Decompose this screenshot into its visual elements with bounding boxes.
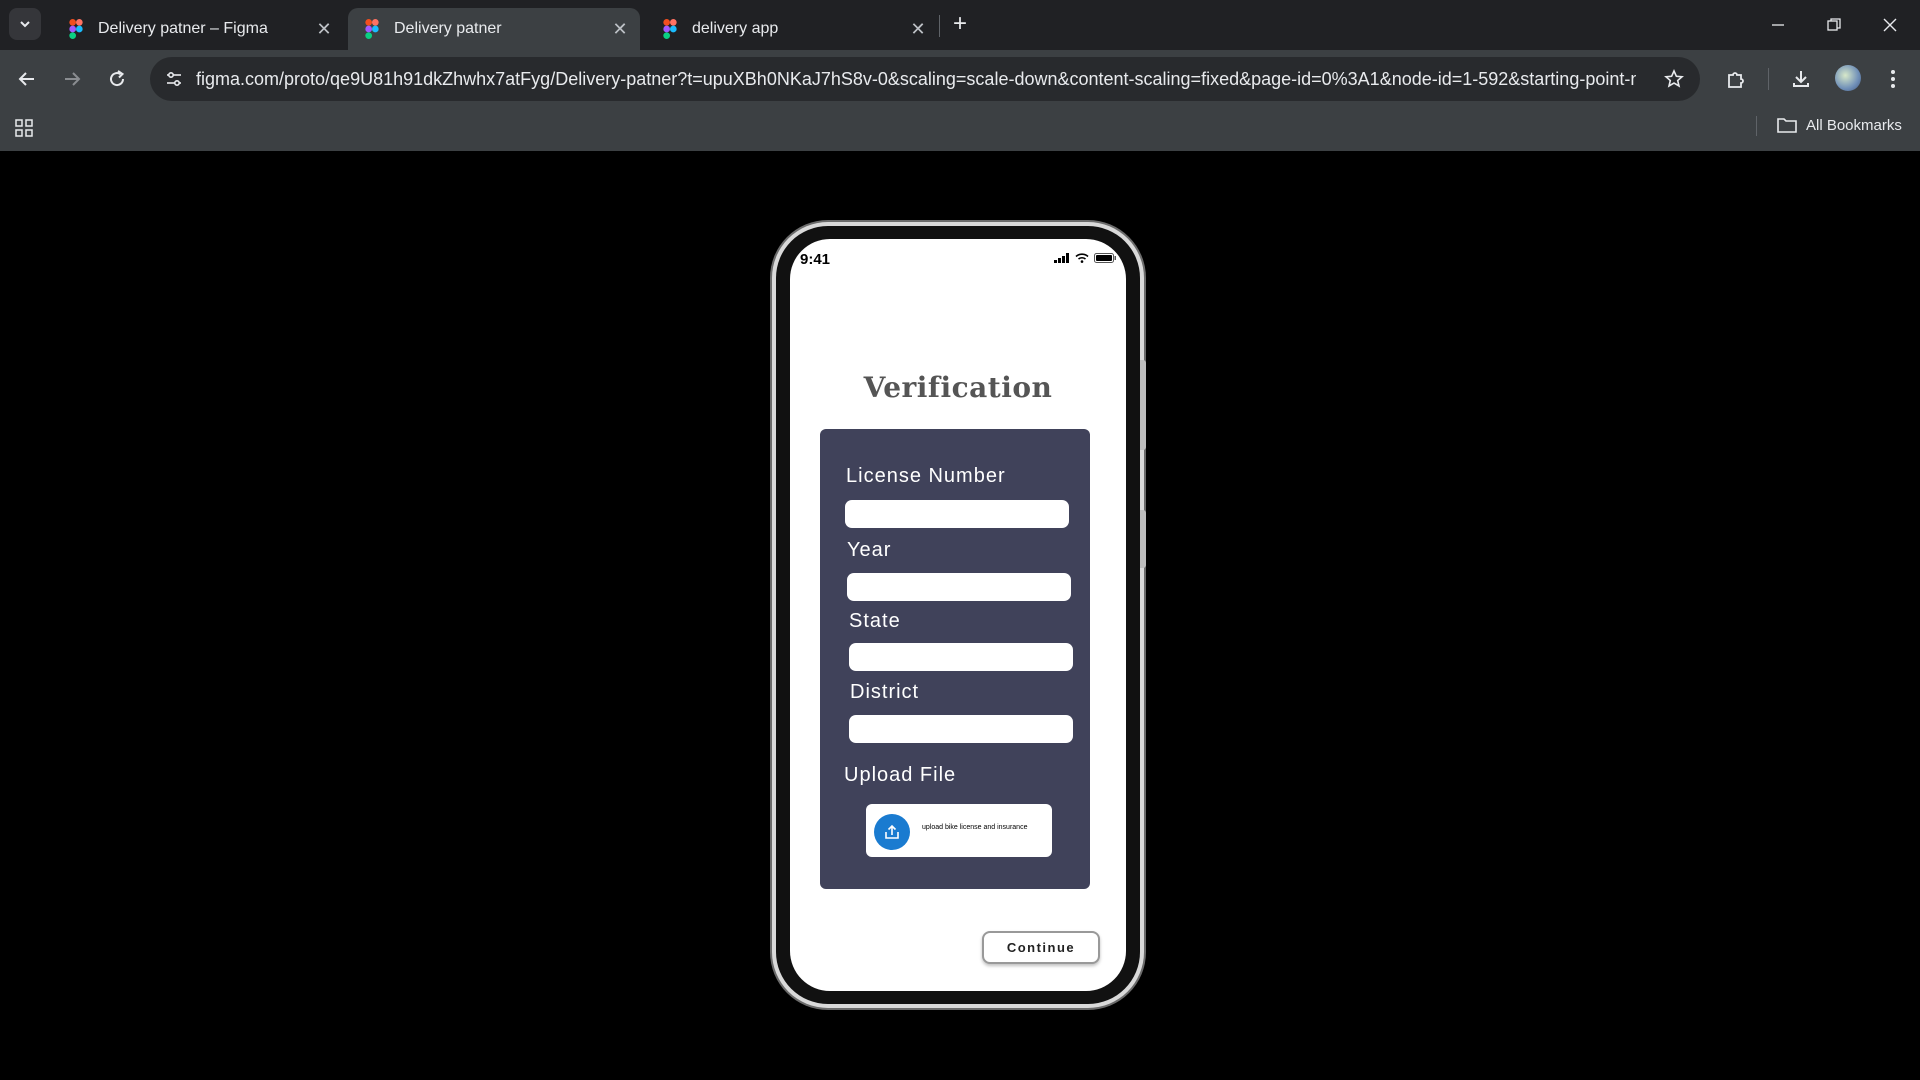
folder-icon xyxy=(1777,118,1797,133)
close-icon xyxy=(1883,18,1897,32)
arrow-left-icon xyxy=(18,72,34,86)
arrow-right-icon xyxy=(65,72,81,86)
all-bookmarks-button[interactable]: All Bookmarks xyxy=(1776,113,1902,137)
upload-file-button[interactable]: upload bike license and insurance xyxy=(866,804,1052,857)
browser-toolbar: figma.com/proto/qe9U81h91dkZhwhx7atFyg/D… xyxy=(0,50,1920,108)
battery-icon xyxy=(1094,253,1116,263)
apps-grid-icon xyxy=(15,119,33,137)
status-time: 9:41 xyxy=(800,251,831,268)
puzzle-icon xyxy=(1728,72,1744,88)
upload-icon xyxy=(874,814,910,850)
downloads-button[interactable] xyxy=(1785,63,1817,95)
license-number-label: License Number xyxy=(846,465,1006,487)
tab-delivery-patner-figma[interactable]: Delivery patner – Figma ✕ xyxy=(52,8,344,50)
apps-button[interactable] xyxy=(14,118,34,143)
download-icon xyxy=(1793,71,1809,87)
wifi-icon xyxy=(1075,253,1089,263)
reload-icon xyxy=(110,70,125,87)
status-bar: 9:41 xyxy=(790,239,1126,279)
phone-side-button xyxy=(1140,510,1146,568)
signal-icon xyxy=(1054,253,1069,263)
minimize-icon xyxy=(1772,24,1784,26)
page-title: Verification xyxy=(863,371,1053,404)
close-icon[interactable]: ✕ xyxy=(310,15,338,43)
state-label: State xyxy=(849,610,901,632)
district-input[interactable] xyxy=(849,715,1073,743)
minimize-button[interactable] xyxy=(1750,0,1806,50)
plus-icon: + xyxy=(952,10,967,37)
extensions-button[interactable] xyxy=(1720,63,1752,95)
reload-button[interactable] xyxy=(99,61,135,97)
tab-title: Delivery patner xyxy=(394,20,502,37)
figma-icon xyxy=(69,19,83,39)
tab-search-button[interactable] xyxy=(9,8,41,40)
tab-delivery-app[interactable]: delivery app ✕ xyxy=(646,8,938,50)
profile-avatar[interactable] xyxy=(1835,65,1861,91)
phone-screen: 9:41 Verification License Number Year St… xyxy=(790,239,1126,991)
new-tab-button[interactable]: + xyxy=(946,10,974,38)
more-vertical-icon xyxy=(1891,70,1895,88)
back-button[interactable] xyxy=(9,61,45,97)
tab-separator xyxy=(939,15,940,37)
all-bookmarks-label: All Bookmarks xyxy=(1806,116,1902,134)
bookmark-star-button[interactable] xyxy=(1660,65,1688,93)
forward-button[interactable] xyxy=(54,61,90,97)
figma-icon xyxy=(365,19,379,39)
site-info-button[interactable] xyxy=(160,65,188,93)
tab-title: delivery app xyxy=(692,20,779,37)
menu-button[interactable] xyxy=(1877,63,1909,95)
year-label: Year xyxy=(847,539,892,561)
chevron-down-icon xyxy=(20,21,30,28)
phone-side-button xyxy=(1140,360,1146,450)
restore-button[interactable] xyxy=(1806,0,1862,50)
close-window-button[interactable] xyxy=(1862,0,1918,50)
figma-icon xyxy=(663,19,677,39)
url-text[interactable]: figma.com/proto/qe9U81h91dkZhwhx7atFyg/D… xyxy=(196,69,1636,90)
continue-button[interactable]: Continue xyxy=(982,931,1100,964)
tab-title: Delivery patner – Figma xyxy=(98,20,268,37)
phone-mockup: 9:41 Verification License Number Year St… xyxy=(776,226,1146,1004)
upload-button-text: upload bike license and insurance xyxy=(922,824,1028,831)
address-bar[interactable]: figma.com/proto/qe9U81h91dkZhwhx7atFyg/D… xyxy=(150,57,1700,101)
close-icon[interactable]: ✕ xyxy=(606,15,634,43)
bookmarks-bar xyxy=(0,108,1920,151)
restore-icon xyxy=(1827,18,1841,31)
license-number-input[interactable] xyxy=(845,500,1069,528)
star-icon xyxy=(1664,69,1684,88)
year-input[interactable] xyxy=(847,573,1071,601)
district-label: District xyxy=(850,681,920,703)
tune-icon xyxy=(167,71,181,87)
status-icons xyxy=(1054,253,1116,263)
tab-strip: Delivery patner – Figma ✕ Delivery patne… xyxy=(0,0,1920,50)
tab-delivery-patner[interactable]: Delivery patner ✕ xyxy=(348,8,640,50)
bookmarks-separator xyxy=(1756,116,1757,136)
close-icon[interactable]: ✕ xyxy=(904,15,932,43)
upload-file-label: Upload File xyxy=(844,764,957,786)
toolbar-separator xyxy=(1768,68,1769,90)
verification-form-card: License Number Year State District Uploa… xyxy=(820,429,1090,889)
state-input[interactable] xyxy=(849,643,1073,671)
